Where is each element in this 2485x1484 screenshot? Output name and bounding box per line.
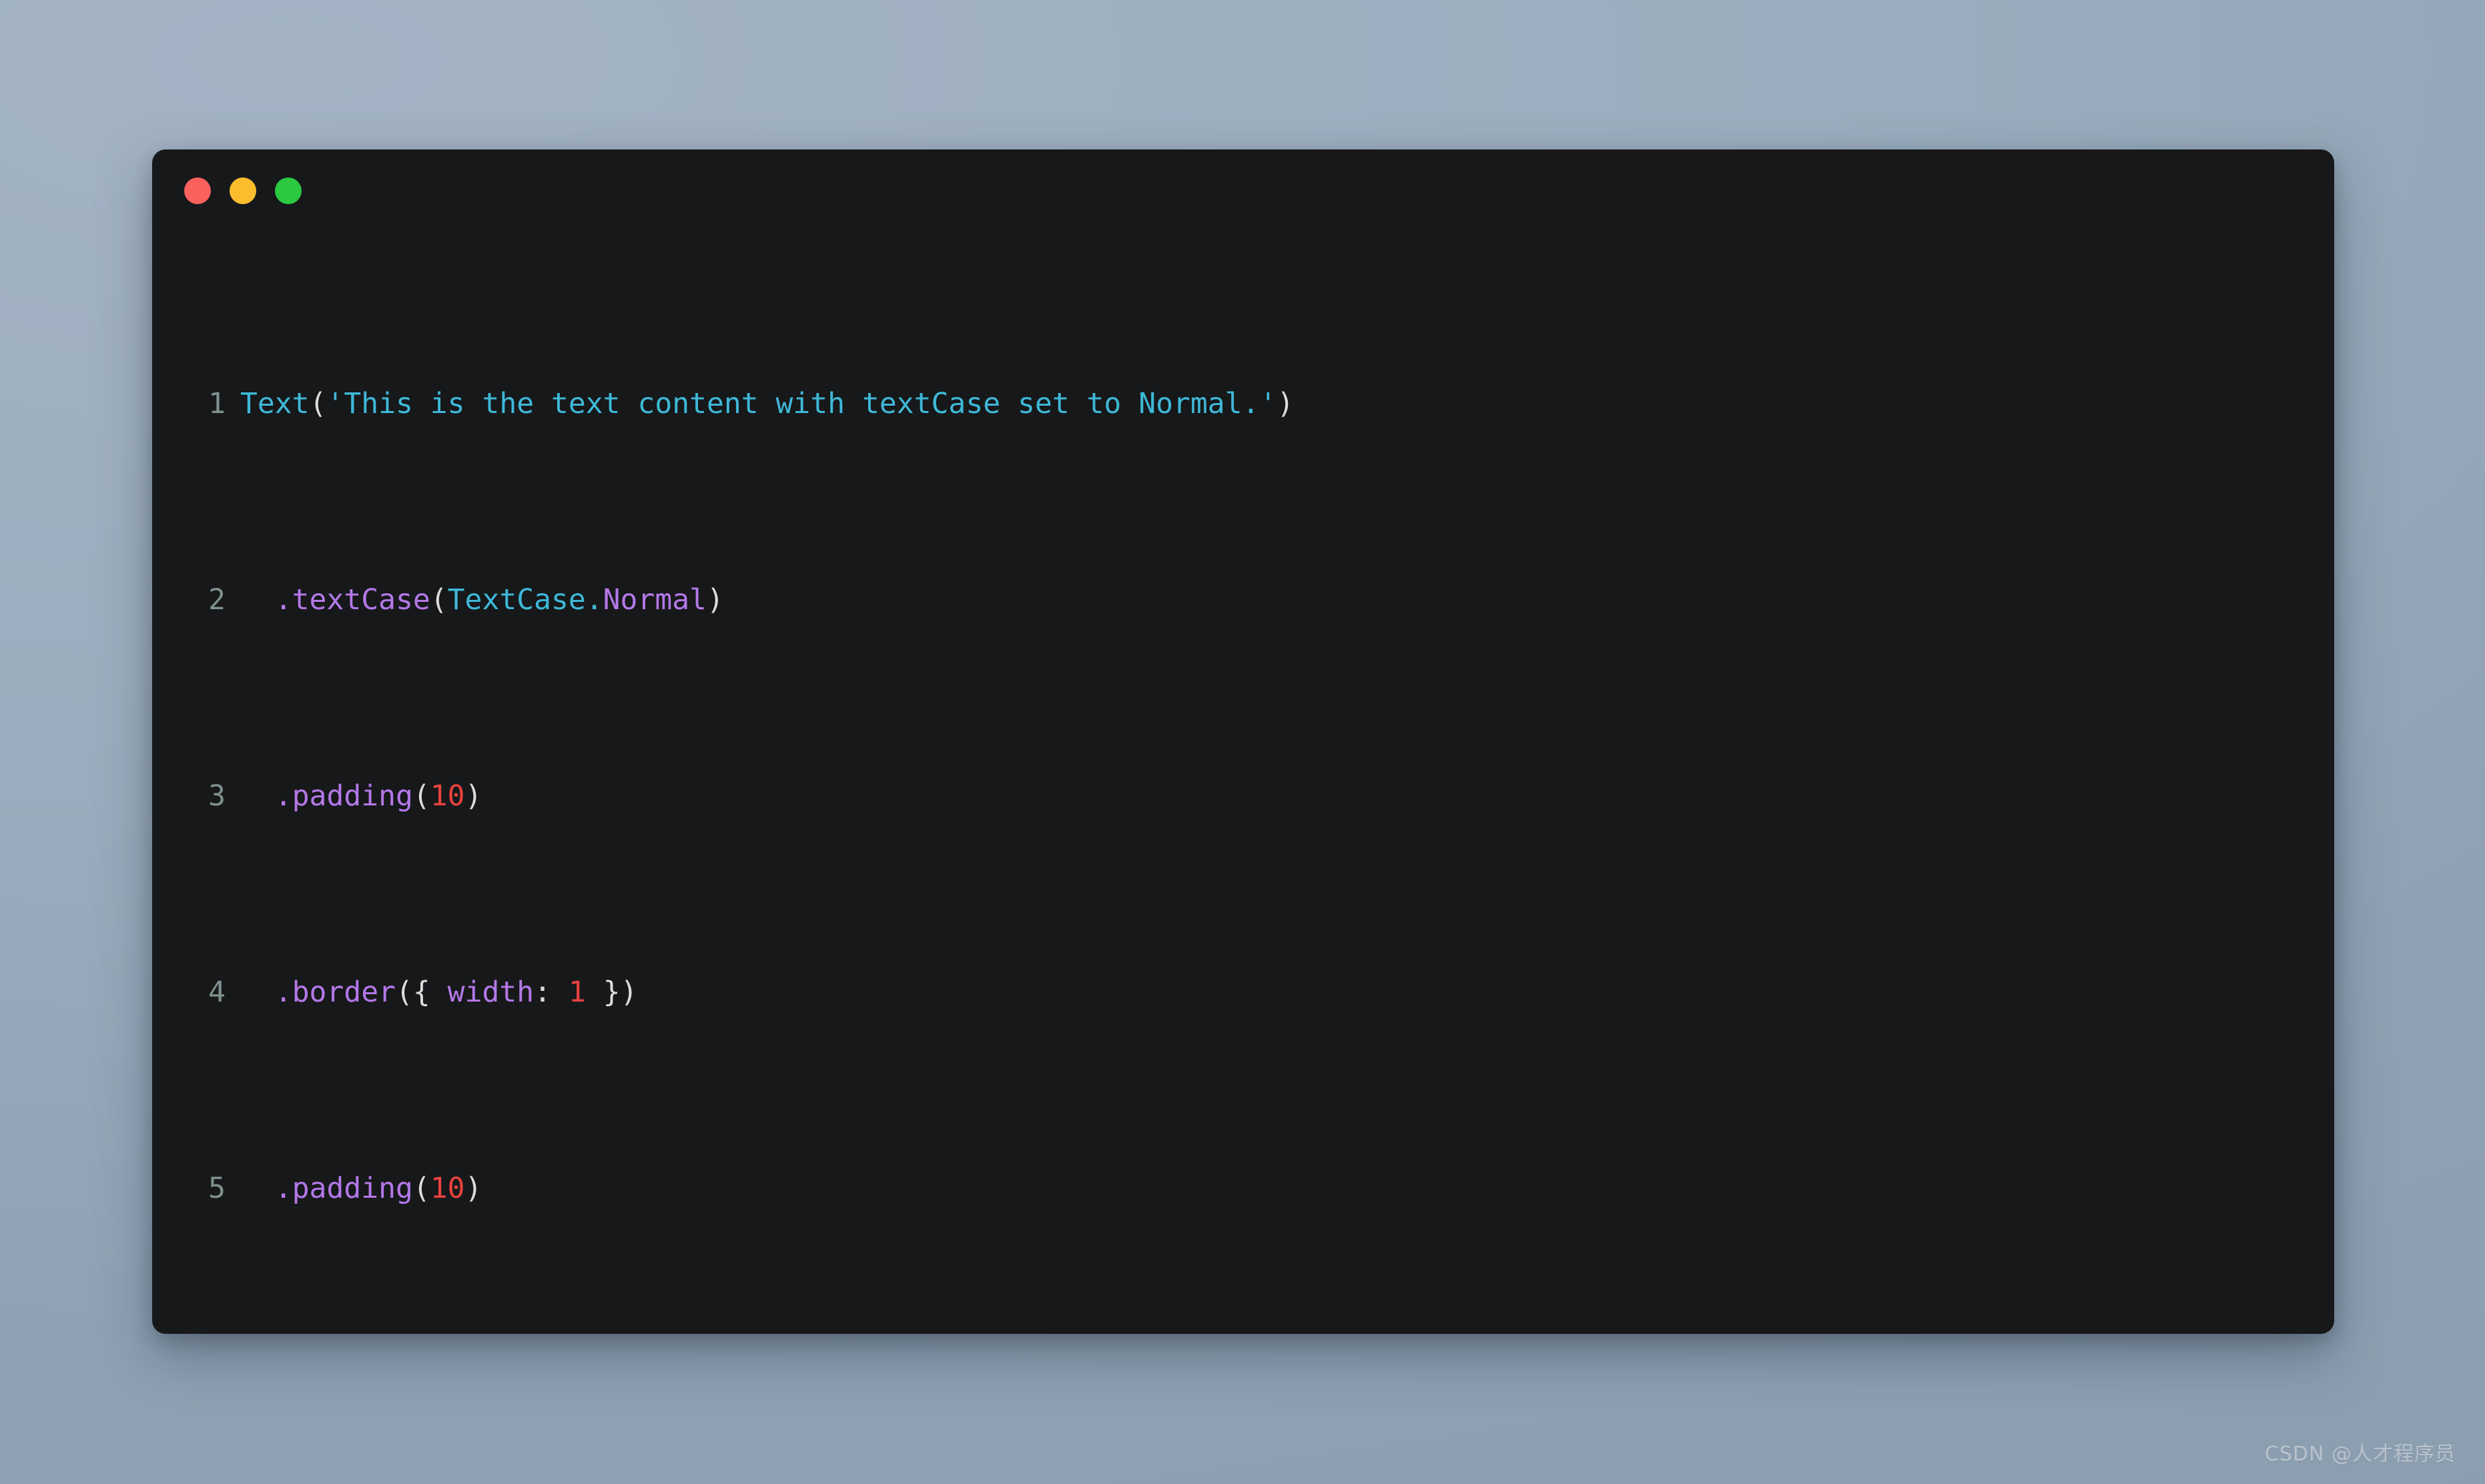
line-number: 2 [208, 583, 226, 617]
token-punct: ( [430, 583, 448, 617]
code-line: 4 .border({ width: 1 }) [165, 968, 2334, 1018]
token-number: 10 [430, 1171, 465, 1205]
line-content: .border({ width: 1 }) [240, 968, 638, 1018]
line-content: .padding(10) [240, 772, 482, 821]
code-line: 5 .padding(10) [165, 1164, 2334, 1214]
line-number: 4 [208, 975, 226, 1009]
line-content: .padding(10) [240, 1164, 482, 1214]
minimize-button[interactable] [230, 177, 256, 204]
token-punct: : [534, 975, 552, 1009]
token-punct: ( [412, 779, 430, 813]
token-property: width [430, 975, 535, 1009]
line-content: .textCase(TextCase.Normal) [240, 576, 724, 625]
watermark: CSDN @人才程序员 [2264, 1443, 2456, 1466]
maximize-button[interactable] [275, 177, 302, 204]
line-number: 1 [208, 386, 226, 420]
code-window: 1 Text('This is the text content with te… [152, 149, 2334, 1334]
token-function: Text [240, 386, 310, 420]
line-content: Text('This is the text content with text… [240, 380, 1294, 429]
token-punct: . [585, 583, 603, 617]
token-method: .border [274, 975, 396, 1009]
token-punct: } [603, 975, 621, 1009]
token-string: 'This is the text content with textCase … [326, 386, 1277, 420]
token-method: .padding [274, 1171, 413, 1205]
token-punct: ) [620, 975, 638, 1009]
token-punct: ( [396, 975, 413, 1009]
token-punct: ) [464, 1171, 482, 1205]
token-type: TextCase [447, 583, 586, 617]
token-punct: ( [309, 386, 327, 420]
code-line: 2 .textCase(TextCase.Normal) [165, 576, 2334, 625]
code-editor[interactable]: 1 Text('This is the text content with te… [152, 232, 2334, 1334]
token-number: 1 [568, 975, 586, 1009]
token-punct: { [412, 975, 430, 1009]
close-button[interactable] [184, 177, 211, 204]
token-number: 10 [430, 779, 465, 813]
line-number: 5 [208, 1171, 226, 1205]
token-punct: ) [1277, 386, 1295, 420]
token-punct: ) [707, 583, 724, 617]
token-punct: ) [464, 779, 482, 813]
window-titlebar [152, 149, 2334, 232]
line-number: 3 [208, 779, 226, 813]
token-method: .textCase [274, 583, 430, 617]
token-enum-member: Normal [603, 583, 707, 617]
code-line: 3 .padding(10) [165, 772, 2334, 821]
token-method: .padding [274, 779, 413, 813]
token-punct: ( [412, 1171, 430, 1205]
code-line: 1 Text('This is the text content with te… [165, 380, 2334, 429]
